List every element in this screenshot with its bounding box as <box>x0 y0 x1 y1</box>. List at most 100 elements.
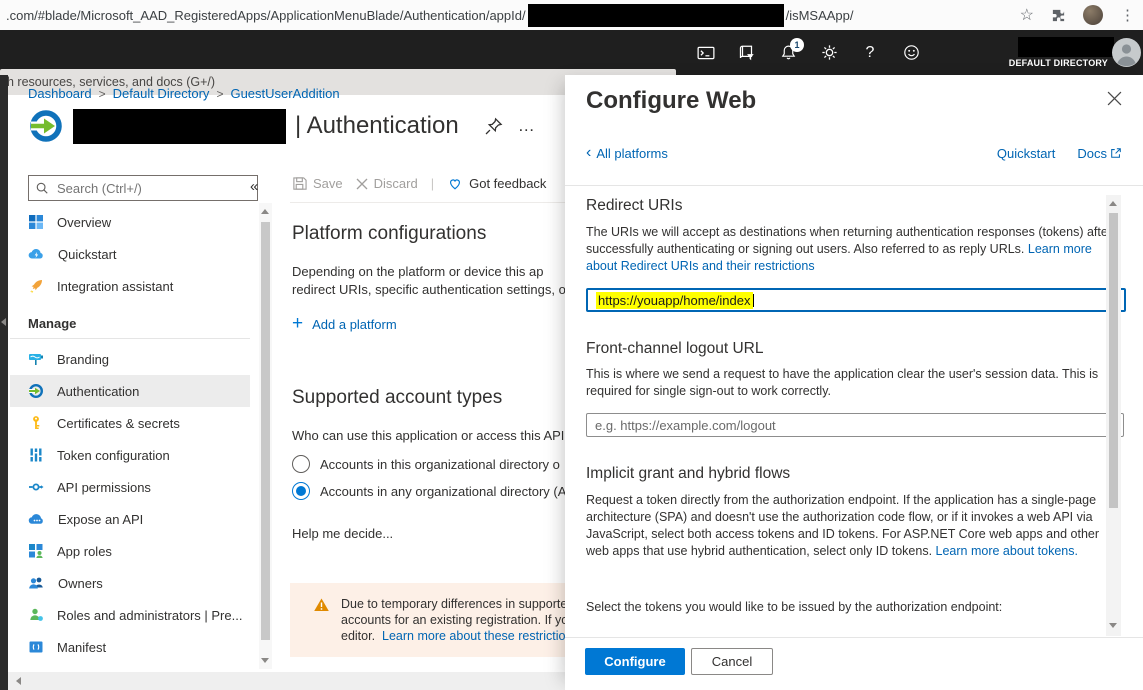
logout-url-input[interactable] <box>586 413 1124 437</box>
horizontal-scrollbar[interactable] <box>8 672 565 690</box>
sidebar-item-roles-administrators[interactable]: Roles and administrators | Pre... <box>10 599 250 631</box>
breadcrumb-default-directory[interactable]: Default Directory <box>113 86 210 101</box>
breadcrumb-separator-icon: > <box>216 87 223 101</box>
panel-close-button[interactable] <box>1107 91 1122 109</box>
warning-restrictions-link[interactable]: Learn more about these restrictions. <box>382 629 565 643</box>
sidebar-item-branding[interactable]: Branding <box>10 343 250 375</box>
docs-link[interactable]: Docs <box>1077 146 1122 161</box>
manifest-icon <box>28 639 44 655</box>
got-feedback-button[interactable]: Got feedback <box>447 176 546 191</box>
url-prefix: .com/#blade/Microsoft_AAD_RegisteredApps… <box>6 8 526 23</box>
platform-configurations-heading: Platform configurations <box>292 223 486 245</box>
redirect-uri-value: https://youapp/home/index <box>596 293 754 308</box>
sidebar-item-certificates-secrets[interactable]: Certificates & secrets <box>10 407 250 439</box>
learn-more-tokens-link[interactable]: Learn more about tokens. <box>936 544 1078 558</box>
quickstart-icon <box>28 246 45 262</box>
notifications-bell-icon[interactable]: 1 <box>779 44 797 62</box>
bookmark-star-icon[interactable]: ☆ <box>1020 5 1034 25</box>
extensions-puzzle-icon[interactable] <box>1051 8 1066 23</box>
radio-checked-icon[interactable] <box>292 482 310 500</box>
sidebar-item-expose-an-api[interactable]: Expose an API <box>10 503 250 535</box>
sidebar-item-api-permissions[interactable]: API permissions <box>10 471 250 503</box>
scroll-up-arrow-icon[interactable] <box>1109 201 1117 206</box>
azure-portal-screen: .com/#blade/Microsoft_AAD_RegisteredApps… <box>0 0 1143 690</box>
sidebar-item-quickstart[interactable]: Quickstart <box>10 238 250 270</box>
save-button[interactable]: Save <box>292 176 343 191</box>
sidebar-item-authentication[interactable]: Authentication <box>10 375 250 407</box>
radio-unchecked-icon[interactable] <box>292 455 310 473</box>
url-suffix: /isMSAApp/ <box>786 8 854 23</box>
sidebar-item-token-configuration[interactable]: Token configuration <box>10 439 250 471</box>
expose-api-cloud-icon <box>28 511 45 527</box>
sidebar-item-overview[interactable]: Overview <box>10 206 250 238</box>
breadcrumb-dashboard[interactable]: Dashboard <box>28 86 92 101</box>
warning-line1: Due to temporary differences in supporte… <box>341 596 565 612</box>
feedback-smiley-icon[interactable] <box>902 44 920 62</box>
sidebar-item-label: Integration assistant <box>57 279 173 294</box>
app-name-redaction <box>73 109 286 144</box>
url-redaction <box>528 4 784 27</box>
radio-option-label: Accounts in any organizational directory… <box>320 484 565 499</box>
cancel-button[interactable]: Cancel <box>691 648 773 675</box>
front-channel-logout-heading: Front-channel logout URL <box>586 340 764 358</box>
sidebar-search-box[interactable] <box>28 175 258 201</box>
sidebar-collapse-icon[interactable]: « <box>250 178 258 195</box>
app-registration-icon <box>28 108 64 144</box>
roles-administrators-icon <box>28 607 44 623</box>
panel-scrollbar[interactable] <box>1106 195 1121 636</box>
url-field[interactable]: .com/#blade/Microsoft_AAD_RegisteredApps… <box>6 0 854 30</box>
sidebar-item-label: Certificates & secrets <box>57 416 180 431</box>
front-channel-logout-description: This is where we send a request to have … <box>586 366 1120 400</box>
left-collapse-arrow-icon[interactable] <box>1 318 6 326</box>
authentication-blade-content: Save Discard | Got feedback Platform con… <box>290 75 565 672</box>
help-me-decide-link[interactable]: Help me decide... <box>292 525 393 543</box>
radio-option-this-directory[interactable]: Accounts in this organizational director… <box>292 455 560 473</box>
sidebar-item-app-roles[interactable]: App roles <box>10 535 250 567</box>
quickstart-link[interactable]: Quickstart <box>997 146 1056 161</box>
portal-account-avatar[interactable] <box>1112 38 1141 70</box>
scroll-up-arrow-icon[interactable] <box>261 209 269 214</box>
sidebar-divider <box>10 338 250 339</box>
all-platforms-back-link[interactable]: ‹ All platforms <box>586 145 668 161</box>
breadcrumb-separator-icon: > <box>99 87 106 101</box>
close-x-icon <box>1107 91 1122 106</box>
save-icon <box>292 176 307 191</box>
account-name-redaction <box>1018 37 1114 57</box>
all-platforms-label: All platforms <box>596 146 668 161</box>
redirect-uri-input[interactable]: https://youapp/home/index ✓ <box>586 288 1126 312</box>
scrollbar-thumb[interactable] <box>261 222 270 640</box>
sidebar-item-manifest[interactable]: Manifest <box>10 631 250 663</box>
browser-menu-dots-icon[interactable]: ⋮ <box>1120 6 1135 24</box>
portal-top-bar: h resources, services, and docs (G+/) <box>0 30 1143 75</box>
panel-title: Configure Web <box>586 87 756 115</box>
browser-profile-avatar[interactable] <box>1083 5 1103 25</box>
sidebar-section-manage: Manage <box>28 316 76 331</box>
sidebar-search-input[interactable] <box>55 180 251 197</box>
scroll-down-arrow-icon[interactable] <box>261 658 269 663</box>
panel-footer-divider <box>565 637 1143 638</box>
overview-icon <box>28 214 44 230</box>
sidebar-item-owners[interactable]: Owners <box>10 567 250 599</box>
implicit-grant-heading: Implicit grant and hybrid flows <box>586 465 790 483</box>
configure-button[interactable]: Configure <box>585 648 685 675</box>
scrollbar-thumb[interactable] <box>1109 213 1118 508</box>
command-bar: Save Discard | Got feedback <box>292 176 546 191</box>
radio-option-any-directory[interactable]: Accounts in any organizational directory… <box>292 482 565 500</box>
add-platform-button[interactable]: + Add a platform <box>292 313 397 335</box>
cloud-shell-icon[interactable] <box>697 44 715 62</box>
directory-filter-icon[interactable] <box>738 44 756 62</box>
scroll-left-arrow-icon[interactable] <box>16 677 21 685</box>
sidebar-item-integration-assistant[interactable]: Integration assistant <box>10 270 250 302</box>
left-edge-strip <box>0 75 8 690</box>
heart-icon <box>447 176 463 191</box>
sidebar-scrollbar[interactable] <box>259 203 272 669</box>
warning-triangle-icon <box>313 597 330 613</box>
help-icon[interactable]: ? <box>861 44 879 62</box>
discard-button[interactable]: Discard <box>356 176 418 191</box>
rocket-icon <box>28 278 44 294</box>
branding-icon <box>28 351 44 367</box>
settings-gear-icon[interactable] <box>820 44 838 62</box>
scroll-down-arrow-icon[interactable] <box>1109 623 1117 628</box>
sidebar-item-label: Owners <box>58 576 103 591</box>
radio-option-label: Accounts in this organizational director… <box>320 457 560 472</box>
